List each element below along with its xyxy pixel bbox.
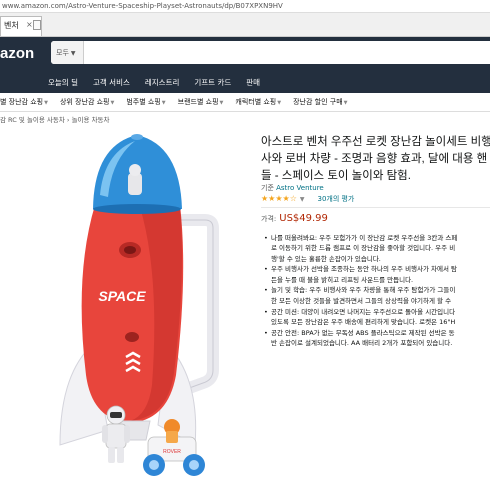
nav-links: 오늘의 딜 고객 서비스 레지스트리 기프트 카드 판매 [48,77,275,91]
nav-link-gift-cards[interactable]: 기프트 카드 [194,77,231,91]
category-subnav: 별 장난감 쇼핑▼ 상위 장난감 쇼핑▼ 범주별 쇼핑▼ 브랜드별 쇼핑▼ 캐릭… [0,93,490,112]
product-title: 아스트로 벤처 우주선 로켓 장난감 놀이세트 비행사와 로버 차량 - 조명과… [261,136,490,182]
close-icon[interactable]: × [26,20,33,29]
search-category-dropdown[interactable]: 모두 ▼ [51,41,84,64]
subnav-item-top-toys[interactable]: 상위 장난감 쇼핑▼ [60,97,118,107]
price-row: 가격: US$49.99 [261,213,328,224]
list-item: 우주 비행사가 선박을 조종하는 동안 하나의 우주 비행사가 차에서 탐 든을… [264,264,490,285]
rover-label: ROVER [163,449,181,455]
search-category-label: 모두 [56,49,69,57]
amazon-logo[interactable]: azon [0,45,34,62]
feature-bullets: 나를 떠올려봐요: 우주 모험가가 이 장난감 로켓 우주선을 3칸과 스페 로… [264,233,490,349]
browser-tab[interactable]: 벤처 × [0,16,42,36]
nav-link-registry[interactable]: 레지스트리 [145,77,180,91]
tab-title: 벤처 [4,21,19,30]
search-bar[interactable]: 모두 ▼ [51,41,490,64]
chevron-down-icon: ▼ [343,100,348,106]
subnav-item-toy-deals[interactable]: 장난감 할인 구매▼ [293,97,351,107]
new-tab-icon[interactable] [33,20,41,30]
rating-row: ★★★★☆ ▼ 30개의 평가 [261,194,354,204]
tab-strip: 벤처 × [0,13,490,37]
breadcrumb[interactable]: 감 RC 및 놀이용 사동차 › 놀이용 차동차 [0,114,110,124]
rating-count-link[interactable]: 30개의 평가 [317,195,354,203]
star-rating-icon[interactable]: ★★★★☆ [261,194,297,203]
subnav-item-shop-by-age[interactable]: 별 장난감 쇼핑▼ [0,97,52,107]
chevron-down-icon: ▼ [44,100,48,106]
chevron-down-icon: ▼ [219,100,224,106]
nav-link-customer-service[interactable]: 고객 서비스 [93,77,130,91]
subnav-item-brand[interactable]: 브랜드별 쇼핑▼ [178,97,228,107]
nav-link-deals[interactable]: 오늘의 딜 [48,77,78,91]
chevron-down-icon: ▼ [110,100,115,106]
brand-link[interactable]: Astro Venture [276,184,324,192]
rocket-label: SPACE [98,288,146,304]
list-item: 공간 미션: 대양이 내려오면 나머지는 우주선으로 돌아올 시간입니다 있도록… [264,307,490,328]
list-item: 공간 안전: BPA가 없는 무독성 ABS 플라스틱으로 제작된 선박은 동 … [264,328,490,349]
list-item: 놀기 및 학습: 우주 비행사와 우주 차량을 통해 우주 탐험가가 그들이 한… [264,285,490,306]
chevron-down-icon: ▼ [161,100,166,106]
nav-link-sell[interactable]: 판매 [246,77,260,91]
subnav-item-category[interactable]: 범주별 쇼핑▼ [126,97,169,107]
chevron-down-icon: ▼ [70,50,76,57]
subnav-item-character[interactable]: 캐릭터별 쇼핑▼ [235,97,285,107]
product-image[interactable]: SPACE ROVER [0,125,250,490]
list-item: 나를 떠올려봐요: 우주 모험가가 이 장난감 로켓 우주선을 3칸과 스페 로… [264,233,490,264]
divider [261,207,490,208]
price-value: US$49.99 [279,213,328,224]
address-bar[interactable]: www.amazon.com/Astro-Venture-Spaceship-P… [0,0,490,13]
chevron-down-icon: ▼ [277,100,282,106]
chevron-down-icon[interactable]: ▼ [300,196,305,203]
brand-line: 기준 Astro Venture [261,184,324,192]
price-label: 가격: [261,215,277,223]
